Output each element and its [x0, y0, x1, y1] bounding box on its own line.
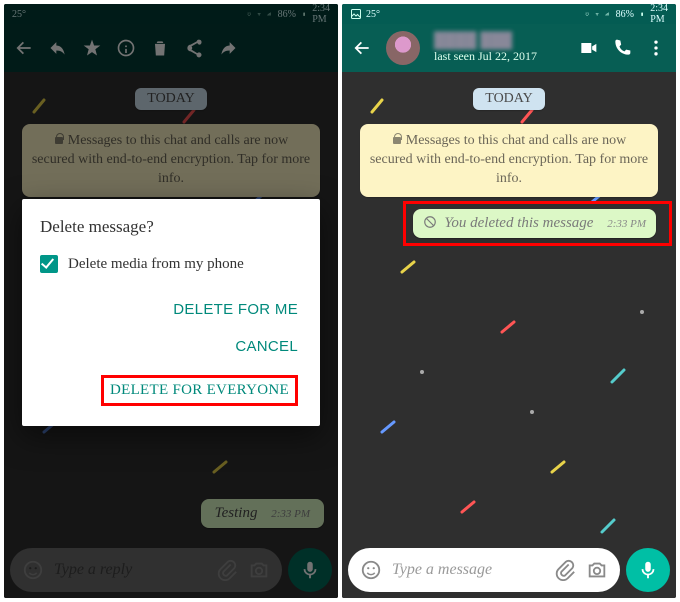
- message-text: Testing: [215, 505, 258, 521]
- camera-icon[interactable]: [248, 559, 270, 581]
- input-bar: Type a reply: [10, 548, 332, 592]
- delete-media-checkbox[interactable]: Delete media from my phone: [40, 255, 302, 273]
- delete-dialog: Delete message? Delete media from my pho…: [22, 199, 320, 426]
- input-placeholder: Type a message: [392, 561, 544, 579]
- mic-button[interactable]: [626, 548, 670, 592]
- back-icon[interactable]: [352, 38, 372, 58]
- info-icon[interactable]: [116, 38, 136, 58]
- cancel-button[interactable]: CANCEL: [40, 328, 302, 365]
- contact-info[interactable]: ████ ███ last seen Jul 22, 2017: [434, 33, 537, 63]
- status-bar: 25° 86% 2:34 PM: [342, 4, 676, 24]
- status-temp: 25°: [12, 9, 26, 20]
- message-time: 2:33 PM: [271, 508, 310, 520]
- image-notif-icon: [350, 8, 362, 20]
- lock-icon: [392, 133, 402, 145]
- attach-icon[interactable]: [554, 559, 576, 581]
- date-chip: TODAY: [135, 88, 206, 110]
- mic-icon: [637, 559, 659, 581]
- checkbox-label: Delete media from my phone: [68, 256, 244, 273]
- menu-icon[interactable]: [646, 38, 666, 58]
- delete-icon[interactable]: [150, 38, 170, 58]
- date-chip: TODAY: [473, 88, 544, 110]
- voice-call-icon[interactable]: [612, 38, 632, 58]
- star-icon[interactable]: [82, 38, 102, 58]
- input-bar: Type a message: [348, 548, 670, 592]
- battery-icon: [640, 12, 644, 16]
- phone-right: 25° 86% 2:34 PM ████ ███ last seen Jul 2…: [342, 4, 676, 598]
- status-time: 2:34 PM: [650, 4, 668, 25]
- highlight-box: DELETE FOR EVERYONE: [101, 375, 298, 406]
- camera-icon[interactable]: [586, 559, 608, 581]
- input-placeholder: Type a reply: [54, 561, 206, 579]
- alarm-icon: [585, 12, 589, 16]
- dialog-title: Delete message?: [40, 217, 302, 237]
- wifi-icon: [257, 12, 261, 16]
- status-bar: 25° 86% 2:34 PM: [4, 4, 338, 24]
- selection-appbar: [4, 24, 338, 72]
- last-seen: last seen Jul 22, 2017: [434, 50, 537, 63]
- mic-button[interactable]: [288, 548, 332, 592]
- reply-icon[interactable]: [48, 38, 68, 58]
- mic-icon: [299, 559, 321, 581]
- chat-area-right: TODAY Messages to this chat and calls ar…: [342, 72, 676, 598]
- checkbox-icon: [40, 255, 58, 273]
- share-icon[interactable]: [184, 38, 204, 58]
- status-battery: 86%: [616, 9, 634, 20]
- signal-icon: [605, 12, 609, 16]
- phone-left: 25° 86% 2:34 PM TODAY Messages: [4, 4, 338, 598]
- battery-icon: [302, 12, 306, 16]
- video-call-icon[interactable]: [578, 38, 598, 58]
- alarm-icon: [247, 12, 251, 16]
- message-bubble[interactable]: Testing 2:33 PM: [201, 499, 324, 528]
- message-input[interactable]: Type a reply: [10, 548, 282, 592]
- delete-for-everyone-button[interactable]: DELETE FOR EVERYONE: [40, 365, 302, 416]
- wifi-icon: [595, 12, 599, 16]
- message-input[interactable]: Type a message: [348, 548, 620, 592]
- emoji-icon[interactable]: [22, 559, 44, 581]
- status-time: 2:34 PM: [312, 4, 330, 25]
- attach-icon[interactable]: [216, 559, 238, 581]
- emoji-icon[interactable]: [360, 559, 382, 581]
- highlight-box: [403, 201, 672, 246]
- forward-icon[interactable]: [218, 38, 238, 58]
- delete-for-me-button[interactable]: DELETE FOR ME: [40, 291, 302, 328]
- status-battery: 86%: [278, 9, 296, 20]
- back-icon[interactable]: [14, 38, 34, 58]
- encryption-notice[interactable]: Messages to this chat and calls are now …: [22, 124, 321, 197]
- contact-name: ████ ███: [434, 33, 537, 50]
- encryption-notice[interactable]: Messages to this chat and calls are now …: [360, 124, 659, 197]
- chat-appbar: ████ ███ last seen Jul 22, 2017: [342, 24, 676, 72]
- signal-icon: [267, 12, 271, 16]
- status-temp: 25°: [366, 9, 380, 20]
- lock-icon: [54, 133, 64, 145]
- avatar[interactable]: [386, 31, 420, 65]
